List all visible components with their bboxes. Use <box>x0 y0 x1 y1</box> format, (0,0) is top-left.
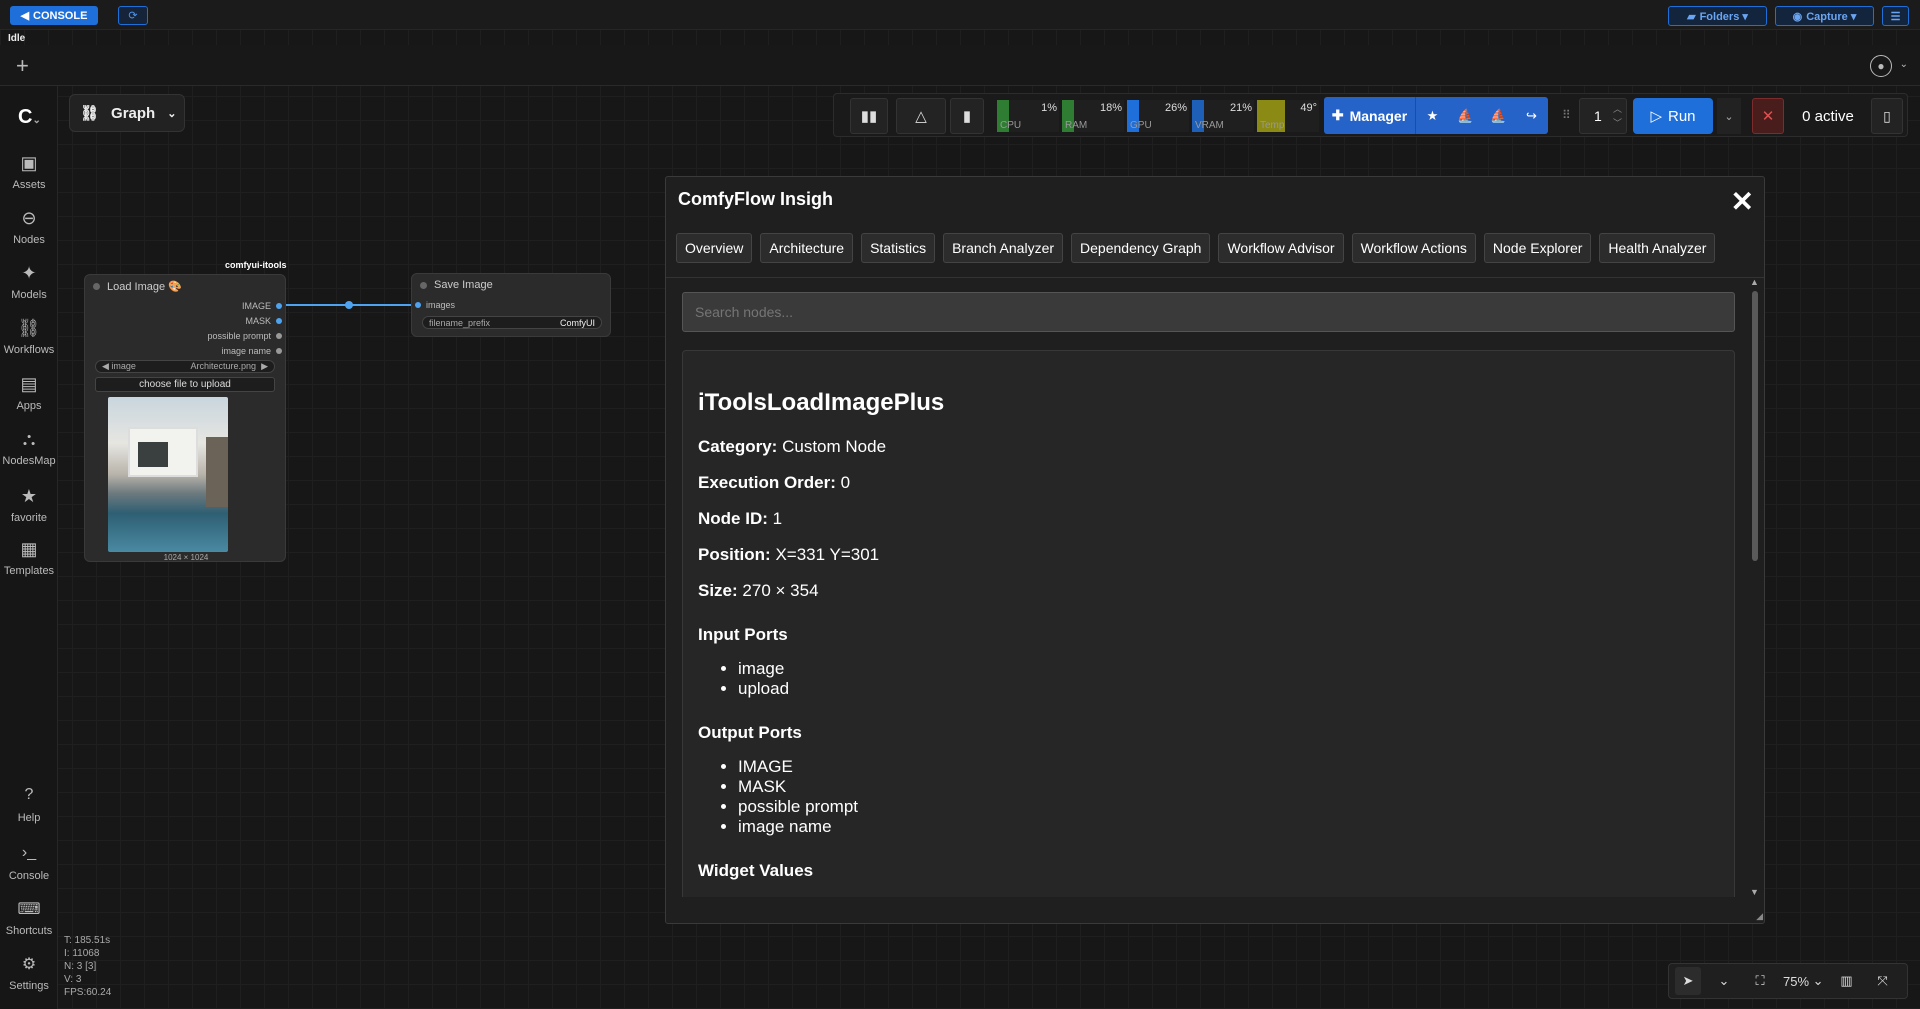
list-item: MASK <box>738 777 1719 797</box>
chevron-down-icon: ⌄ <box>1718 973 1730 988</box>
select-tool-button[interactable]: ➤ <box>1675 967 1701 995</box>
tab-architecture[interactable]: Architecture <box>760 233 854 263</box>
tab-health-analyzer[interactable]: Health Analyzer <box>1599 233 1716 263</box>
insights-modal: ComfyFlow Insigh ✕ Overview Architecture S… <box>665 176 1765 924</box>
resize-handle-icon[interactable]: ◢ <box>1756 911 1763 922</box>
execution-order-row: Execution Order: 0 <box>698 473 851 492</box>
node-title[interactable]: Load Image 🎨 <box>85 275 285 297</box>
comfyui-app: ◀ CONSOLE ⟳ ▰ Folders ▾ ◉ Capture ▾ ☰ Id… <box>0 0 1920 1009</box>
map-icon: ▥ <box>1840 973 1853 988</box>
list-item: image name <box>738 817 1719 837</box>
filename-prefix-widget[interactable]: filename_prefix ComfyUI <box>422 316 602 329</box>
tab-workflow-advisor[interactable]: Workflow Advisor <box>1218 233 1344 263</box>
image-combo-widget[interactable]: ◀ image Architecture.png ▶ <box>95 360 275 373</box>
output-ports-list: IMAGEMASKpossible promptimage name <box>738 757 1719 837</box>
position-row: Position: X=331 Y=301 <box>698 545 880 564</box>
scroll-thumb[interactable] <box>1752 291 1758 561</box>
widget-values-heading: Widget Values <box>698 861 814 880</box>
output-port-dot[interactable] <box>276 303 282 309</box>
image-dimensions: 1024 × 1024 <box>163 553 209 562</box>
upload-button[interactable]: choose file to upload <box>95 377 275 392</box>
tool-options-button[interactable]: ⌄ <box>1711 967 1737 995</box>
pointer-icon: ➤ <box>1682 973 1694 988</box>
input-port-label: images <box>426 300 456 310</box>
output-ports-heading: Output Ports <box>698 723 802 742</box>
scroll-up-icon[interactable]: ▲ <box>1750 277 1759 287</box>
close-button[interactable]: ✕ <box>1731 185 1754 218</box>
canvas-controls: ➤ ⌄ ⛶ 75% ⌄ ▥ ⤧ <box>1668 963 1908 999</box>
list-item: IMAGE <box>738 757 1719 777</box>
output-port-dot[interactable] <box>276 348 282 354</box>
input-ports-heading: Input Ports <box>698 625 788 644</box>
tab-workflow-actions[interactable]: Workflow Actions <box>1351 233 1476 263</box>
output-port-dot[interactable] <box>276 333 282 339</box>
widget-label: ◀ image <box>102 361 136 371</box>
output-port-label: possible prompt <box>207 331 271 341</box>
category-row: Category: Custom Node <box>698 437 887 456</box>
search-input[interactable] <box>682 292 1735 332</box>
modal-scrollbar[interactable]: ▲ ▼ <box>1750 277 1760 897</box>
list-item: possible prompt <box>738 797 1719 817</box>
widget-value: ComfyUI <box>559 317 595 328</box>
output-port-label: MASK <box>245 316 271 326</box>
widget-value: Architecture.png ▶ <box>190 361 268 371</box>
tab-node-explorer[interactable]: Node Explorer <box>1483 233 1592 263</box>
node-detail-card: iToolsLoadImagePlus Category: Custom Nod… <box>682 350 1735 897</box>
link-off-icon: ⤧ <box>1877 973 1888 988</box>
save-image-node[interactable]: Save Image images filename_prefix ComfyU… <box>411 273 611 337</box>
preview-image <box>108 397 228 552</box>
tab-overview[interactable]: Overview <box>676 233 753 263</box>
node-id-row: Node ID: 1 <box>698 509 783 528</box>
focus-icon: ⛶ <box>1755 973 1765 988</box>
input-ports-list: imageupload <box>738 659 1719 699</box>
node-title[interactable]: Save Image <box>412 274 610 296</box>
input-port-dot[interactable] <box>415 302 421 308</box>
output-port-label: image name <box>221 346 271 356</box>
fit-view-button[interactable]: ⛶ <box>1747 967 1773 995</box>
node-badge: comfyui-itools <box>225 260 287 270</box>
tab-statistics[interactable]: Statistics <box>861 233 936 263</box>
zoom-selector[interactable]: 75% ⌄ <box>1783 967 1824 995</box>
scroll-down-icon[interactable]: ▼ <box>1750 887 1759 897</box>
close-icon: ✕ <box>1730 186 1754 217</box>
tab-dependency-graph[interactable]: Dependency Graph <box>1071 233 1211 263</box>
tab-branch-analyzer[interactable]: Branch Analyzer <box>943 233 1064 263</box>
modal-body: iToolsLoadImagePlus Category: Custom Nod… <box>666 277 1764 897</box>
list-item: image <box>738 659 1719 679</box>
size-row: Size: 270 × 354 <box>698 581 819 600</box>
modal-title: ComfyFlow Insigh <box>678 189 833 209</box>
node-name: iToolsLoadImagePlus <box>698 389 945 416</box>
modal-tabs: Overview Architecture Statistics Branch Ana… <box>676 233 1716 263</box>
minimap-button[interactable]: ▥ <box>1834 967 1860 995</box>
load-image-node[interactable]: Load Image 🎨 IMAGE MASK possible prompt ima… <box>84 274 286 562</box>
list-item: upload <box>738 679 1719 699</box>
output-port-dot[interactable] <box>276 318 282 324</box>
widget-label: filename_prefix <box>429 317 491 328</box>
toggle-links-button[interactable]: ⤧ <box>1870 967 1896 995</box>
output-port-label: IMAGE <box>241 301 271 311</box>
